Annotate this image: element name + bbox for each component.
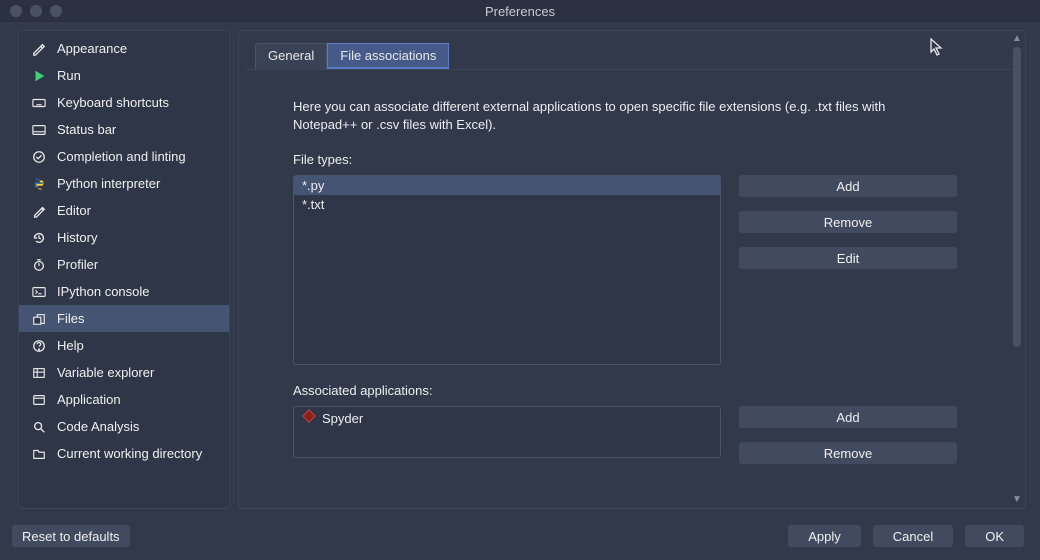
file-associations-panel: Here you can associate different externa… [245, 69, 1019, 506]
files-icon [31, 311, 47, 327]
file-types-label: File types: [293, 152, 989, 167]
sidebar-item-history[interactable]: History [19, 224, 229, 251]
file-type-item[interactable]: *.py [294, 176, 720, 195]
tab-general[interactable]: General [255, 43, 327, 69]
sidebar-item-status-bar[interactable]: Status bar [19, 116, 229, 143]
scroll-down-icon[interactable]: ▼ [1011, 494, 1023, 506]
cwd-icon [31, 446, 47, 462]
spyder-app-icon [302, 409, 316, 423]
content-scrollbar[interactable]: ▲ ▼ [1011, 33, 1023, 506]
sidebar-item-label: Appearance [57, 41, 127, 56]
sidebar-item-application[interactable]: Application [19, 386, 229, 413]
sidebar-item-label: Files [57, 311, 84, 326]
ipython-console-icon [31, 284, 47, 300]
appearance-icon [31, 41, 47, 57]
associated-app-label: Spyder [322, 411, 363, 426]
run-icon [31, 68, 47, 84]
sidebar-item-keyboard-shortcuts[interactable]: Keyboard shortcuts [19, 89, 229, 116]
cancel-button[interactable]: Cancel [873, 525, 953, 547]
python-interpreter-icon [31, 176, 47, 192]
help-icon [31, 338, 47, 354]
sidebar-item-label: Profiler [57, 257, 98, 272]
sidebar-item-label: Help [57, 338, 84, 353]
tabs-bar: GeneralFile associations [239, 31, 1025, 69]
sidebar-item-label: Completion and linting [57, 149, 186, 164]
sidebar-item-completion-linting[interactable]: Completion and linting [19, 143, 229, 170]
reset-defaults-button[interactable]: Reset to defaults [12, 525, 130, 547]
history-icon [31, 230, 47, 246]
sidebar-item-label: Run [57, 68, 81, 83]
sidebar-item-editor[interactable]: Editor [19, 197, 229, 224]
sidebar-item-label: Current working directory [57, 446, 202, 461]
file-types-remove-button[interactable]: Remove [739, 211, 957, 233]
tab-file-associations[interactable]: File associations [327, 43, 449, 69]
sidebar-item-label: IPython console [57, 284, 150, 299]
sidebar-item-code-analysis[interactable]: Code Analysis [19, 413, 229, 440]
sidebar-item-run[interactable]: Run [19, 62, 229, 89]
sidebar-item-cwd[interactable]: Current working directory [19, 440, 229, 467]
sidebar-item-help[interactable]: Help [19, 332, 229, 359]
sidebar-item-label: Application [57, 392, 121, 407]
sidebar-item-label: History [57, 230, 97, 245]
sidebar-item-variable-explorer[interactable]: Variable explorer [19, 359, 229, 386]
sidebar-item-files[interactable]: Files [19, 305, 229, 332]
associated-apps-add-button[interactable]: Add [739, 406, 957, 428]
dialog-footer: Reset to defaults Apply Cancel OK [0, 517, 1040, 555]
sidebar-item-label: Editor [57, 203, 91, 218]
editor-icon [31, 203, 47, 219]
scroll-up-icon[interactable]: ▲ [1011, 33, 1023, 45]
scroll-thumb[interactable] [1013, 47, 1021, 347]
sidebar-item-label: Status bar [57, 122, 116, 137]
completion-linting-icon [31, 149, 47, 165]
panel-description: Here you can associate different externa… [293, 98, 933, 134]
file-types-listbox[interactable]: *.py*.txt [293, 175, 721, 365]
sidebar-item-label: Python interpreter [57, 176, 160, 191]
file-types-edit-button[interactable]: Edit [739, 247, 957, 269]
file-type-item[interactable]: *.txt [294, 195, 720, 214]
profiler-icon [31, 257, 47, 273]
status-bar-icon [31, 122, 47, 138]
preferences-content: ▲ ▼ GeneralFile associations Here you ca… [238, 30, 1026, 509]
sidebar-item-label: Variable explorer [57, 365, 154, 380]
sidebar-item-profiler[interactable]: Profiler [19, 251, 229, 278]
associated-apps-label: Associated applications: [293, 383, 989, 398]
variable-explorer-icon [31, 365, 47, 381]
sidebar-item-appearance[interactable]: Appearance [19, 35, 229, 62]
code-analysis-icon [31, 419, 47, 435]
associated-app-item[interactable]: Spyder [294, 407, 720, 428]
preferences-sidebar: Appearance Run Keyboard shortcuts Status ba… [18, 30, 230, 509]
application-icon [31, 392, 47, 408]
file-types-add-button[interactable]: Add [739, 175, 957, 197]
window-title: Preferences [0, 4, 1040, 19]
associated-apps-listbox[interactable]: Spyder [293, 406, 721, 458]
keyboard-shortcuts-icon [31, 95, 47, 111]
titlebar: Preferences [0, 0, 1040, 22]
associated-apps-remove-button[interactable]: Remove [739, 442, 957, 464]
sidebar-item-label: Keyboard shortcuts [57, 95, 169, 110]
ok-button[interactable]: OK [965, 525, 1024, 547]
sidebar-item-label: Code Analysis [57, 419, 139, 434]
sidebar-item-ipython-console[interactable]: IPython console [19, 278, 229, 305]
apply-button[interactable]: Apply [788, 525, 861, 547]
sidebar-item-python-interpreter[interactable]: Python interpreter [19, 170, 229, 197]
